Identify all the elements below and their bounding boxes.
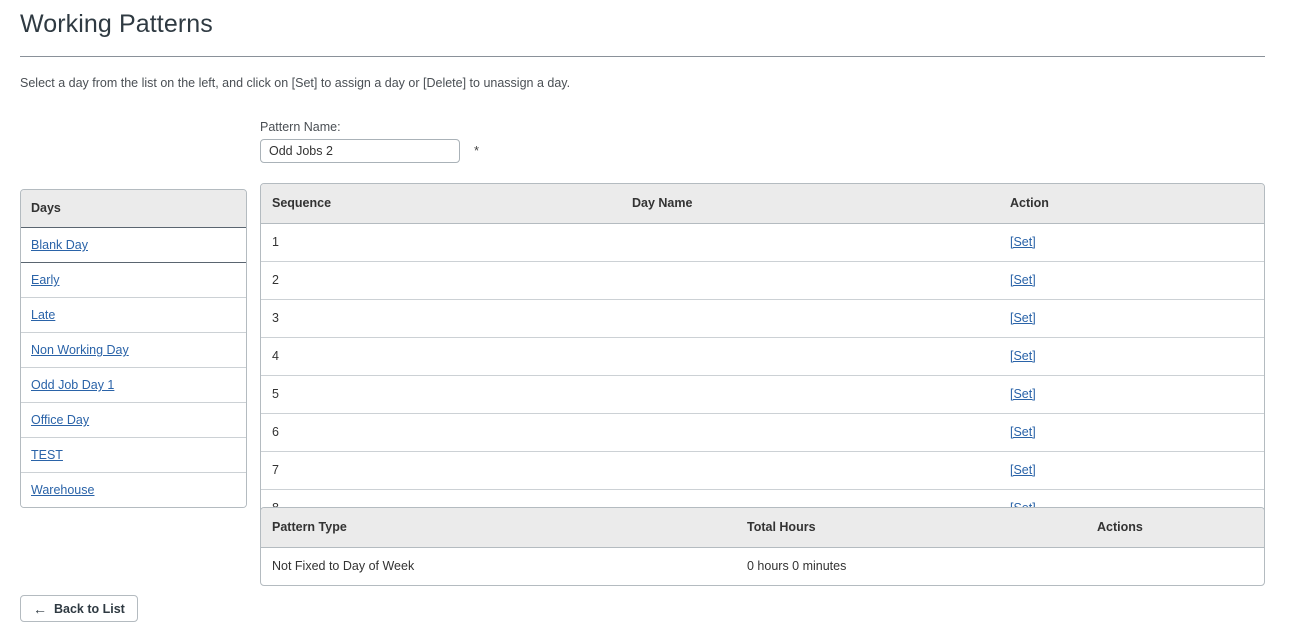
cell-day-name xyxy=(632,375,1010,414)
set-link[interactable]: [Set] xyxy=(1010,463,1036,477)
set-link[interactable]: [Set] xyxy=(1010,387,1036,401)
page-title: Working Patterns xyxy=(20,10,213,38)
day-list-item[interactable]: Blank Day xyxy=(21,227,246,263)
pattern-type-header-row: Pattern Type Total Hours Actions xyxy=(261,508,1264,548)
day-list-item[interactable]: TEST xyxy=(21,438,246,473)
cell-day-name xyxy=(632,337,1010,376)
pattern-name-field-group: Pattern Name: * xyxy=(260,119,479,163)
day-list-item[interactable]: Odd Job Day 1 xyxy=(21,368,246,403)
pattern-name-row: * xyxy=(260,139,479,163)
instructions-text: Select a day from the list on the left, … xyxy=(20,76,571,90)
back-to-list-button[interactable]: ← Back to List xyxy=(20,595,138,622)
back-to-list-label: Back to List xyxy=(54,601,125,616)
day-link[interactable]: Non Working Day xyxy=(31,343,129,357)
column-header-action: Action xyxy=(1010,184,1264,224)
set-link[interactable]: [Set] xyxy=(1010,273,1036,287)
set-link[interactable]: [Set] xyxy=(1010,311,1036,325)
table-row: 1 [Set] xyxy=(261,223,1264,262)
sequence-table-body: 1 [Set] 2 [Set] 3 [Set] 4 [Set] 5 [Set] 6 [Set] 7 [Se… xyxy=(261,223,1264,528)
pattern-type-table: Pattern Type Total Hours Actions Not Fix… xyxy=(261,508,1264,586)
column-header-day-name: Day Name xyxy=(632,184,1010,224)
cell-pattern-type: Not Fixed to Day of Week xyxy=(272,559,415,573)
cell-sequence: 3 xyxy=(261,299,632,338)
day-link[interactable]: Warehouse xyxy=(31,483,94,497)
table-row: 4 [Set] xyxy=(261,337,1264,376)
set-link[interactable]: [Set] xyxy=(1010,349,1036,363)
pattern-type-table-body: Not Fixed to Day of Week 0 hours 0 minute… xyxy=(261,548,1264,586)
column-header-pattern-type: Pattern Type xyxy=(261,508,747,548)
days-panel-header: Days xyxy=(21,190,246,228)
day-list-item[interactable]: Office Day xyxy=(21,403,246,438)
cell-action: [Set] xyxy=(1010,375,1264,414)
cell-day-name xyxy=(632,413,1010,452)
column-header-actions: Actions xyxy=(1097,508,1264,548)
pattern-type-panel: Pattern Type Total Hours Actions Not Fix… xyxy=(260,507,1265,586)
table-row: 3 [Set] xyxy=(261,299,1264,338)
day-link[interactable]: Blank Day xyxy=(31,238,88,252)
sequence-table-header-row: Sequence Day Name Action xyxy=(261,184,1264,224)
day-link[interactable]: Odd Job Day 1 xyxy=(31,378,114,392)
cell-sequence: 1 xyxy=(261,223,632,262)
table-row: 6 [Set] xyxy=(261,413,1264,452)
sequence-table-panel: Sequence Day Name Action 1 [Set] 2 [Set] 3 [S… xyxy=(260,183,1265,528)
day-list-item[interactable]: Early xyxy=(21,263,246,298)
cell-sequence: 5 xyxy=(261,375,632,414)
cell-day-name xyxy=(632,299,1010,338)
day-link[interactable]: Late xyxy=(31,308,55,322)
title-divider xyxy=(20,56,1265,57)
set-link[interactable]: [Set] xyxy=(1010,235,1036,249)
cell-sequence: 4 xyxy=(261,337,632,376)
day-link[interactable]: TEST xyxy=(31,448,63,462)
cell-action: [Set] xyxy=(1010,451,1264,490)
required-asterisk: * xyxy=(474,143,480,158)
set-link[interactable]: [Set] xyxy=(1010,425,1036,439)
day-list-item[interactable]: Warehouse xyxy=(21,473,246,507)
cell-sequence: 7 xyxy=(261,451,632,490)
pattern-name-label: Pattern Name: xyxy=(260,120,341,134)
sequence-table-head: Sequence Day Name Action xyxy=(261,184,1264,224)
days-panel: Days Blank Day Early Late Non Working Day Od… xyxy=(20,189,247,508)
cell-action: [Set] xyxy=(1010,223,1264,262)
cell-action: [Set] xyxy=(1010,261,1264,300)
pattern-type-table-head: Pattern Type Total Hours Actions xyxy=(261,508,1264,548)
cell-day-name xyxy=(632,223,1010,262)
table-row: 2 [Set] xyxy=(261,261,1264,300)
days-list: Blank Day Early Late Non Working Day Odd Job… xyxy=(21,227,246,507)
day-link[interactable]: Early xyxy=(31,273,59,287)
cell-sequence: 2 xyxy=(261,261,632,300)
cell-actions xyxy=(1097,548,1264,586)
table-row: 7 [Set] xyxy=(261,451,1264,490)
table-row: 5 [Set] xyxy=(261,375,1264,414)
day-link[interactable]: Office Day xyxy=(31,413,89,427)
cell-sequence: 6 xyxy=(261,413,632,452)
column-header-sequence: Sequence xyxy=(261,184,632,224)
cell-day-name xyxy=(632,261,1010,300)
arrow-left-icon: ← xyxy=(33,600,47,617)
cell-action: [Set] xyxy=(1010,337,1264,376)
cell-action: [Set] xyxy=(1010,299,1264,338)
day-list-item[interactable]: Late xyxy=(21,298,246,333)
pattern-name-input[interactable] xyxy=(260,139,460,163)
table-row: Not Fixed to Day of Week 0 hours 0 minute… xyxy=(261,548,1264,586)
cell-day-name xyxy=(632,451,1010,490)
cell-action: [Set] xyxy=(1010,413,1264,452)
cell-total-hours: 0 hours 0 minutes xyxy=(747,559,847,573)
day-list-item[interactable]: Non Working Day xyxy=(21,333,246,368)
column-header-total-hours: Total Hours xyxy=(747,508,1097,548)
sequence-table: Sequence Day Name Action 1 [Set] 2 [Set] 3 [S… xyxy=(261,184,1264,528)
